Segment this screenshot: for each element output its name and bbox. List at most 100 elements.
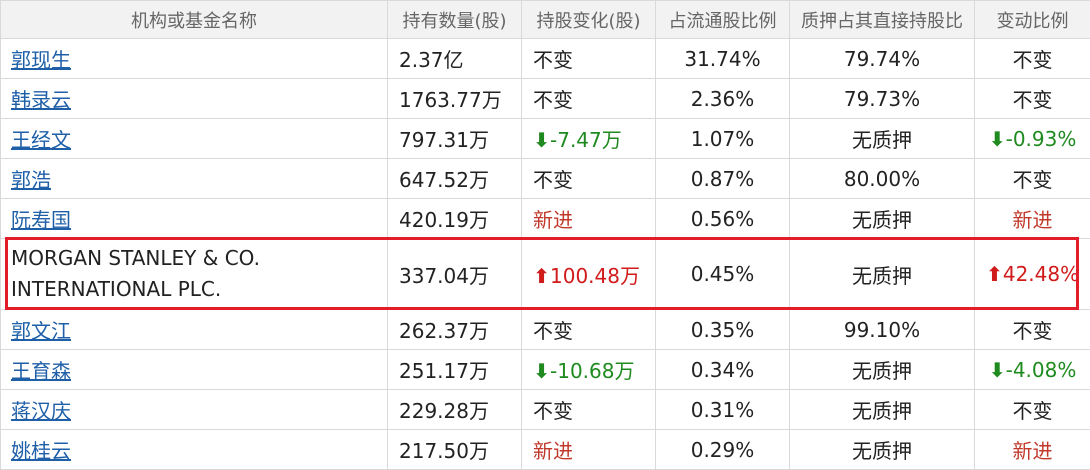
cell-change-ratio: ⬇-4.08%: [975, 350, 1090, 390]
cell-change-ratio: 不变: [975, 390, 1090, 430]
down-arrow-icon: ⬇: [989, 127, 1006, 151]
cell-change-ratio: 新进: [975, 430, 1090, 470]
shareholder-link[interactable]: 韩录云: [11, 88, 71, 112]
cell-pledge-ratio: 79.74%: [790, 39, 975, 79]
cell-name: MORGAN STANLEY & CO. INTERNATIONAL PLC.: [1, 239, 388, 310]
cell-quantity: 2.37亿: [388, 39, 522, 79]
header-quantity: 持有数量(股): [388, 1, 522, 39]
down-arrow-icon: ⬇: [533, 128, 550, 152]
shareholder-link[interactable]: 王育森: [11, 359, 71, 383]
cell-float-ratio: 0.31%: [656, 390, 790, 430]
cell-change-ratio-value: 不变: [1013, 88, 1053, 112]
cell-name[interactable]: 郭现生: [1, 39, 388, 79]
table-row: 姚桂云217.50万新进0.29%无质押新进: [1, 430, 1090, 470]
cell-float-ratio: 0.29%: [656, 430, 790, 470]
cell-change-value: 不变: [533, 48, 573, 72]
shareholder-name: MORGAN STANLEY & CO. INTERNATIONAL PLC.: [11, 243, 387, 305]
cell-change: ⬇-7.47万: [522, 119, 656, 159]
cell-change: ⬆100.48万: [522, 239, 656, 310]
cell-pledge-ratio: 无质押: [790, 430, 975, 470]
cell-change-value: 不变: [533, 319, 573, 343]
down-arrow-icon: ⬇: [989, 358, 1006, 382]
cell-name[interactable]: 姚桂云: [1, 430, 388, 470]
cell-quantity: 647.52万: [388, 159, 522, 199]
table-row: MORGAN STANLEY & CO. INTERNATIONAL PLC.3…: [1, 239, 1090, 310]
shareholder-link[interactable]: 阮寿国: [11, 208, 71, 232]
cell-change-ratio: 不变: [975, 310, 1090, 350]
cell-quantity: 797.31万: [388, 119, 522, 159]
cell-change: ⬇-10.68万: [522, 350, 656, 390]
cell-name[interactable]: 韩录云: [1, 79, 388, 119]
cell-change-value: -10.68万: [550, 359, 634, 383]
cell-change-ratio-value: -0.93%: [1006, 127, 1077, 151]
cell-change-ratio: ⬇-0.93%: [975, 119, 1090, 159]
header-change-ratio: 变动比例: [975, 1, 1090, 39]
cell-name[interactable]: 郭文江: [1, 310, 388, 350]
shareholder-link[interactable]: 姚桂云: [11, 439, 71, 463]
cell-change: 不变: [522, 310, 656, 350]
cell-name[interactable]: 郭浩: [1, 159, 388, 199]
cell-change: 不变: [522, 390, 656, 430]
cell-pledge-ratio: 无质押: [790, 390, 975, 430]
shareholder-table-container: 机构或基金名称 持有数量(股) 持股变化(股) 占流通股比例 质押占其直接持股比…: [0, 0, 1090, 469]
cell-pledge-ratio: 99.10%: [790, 310, 975, 350]
cell-quantity: 229.28万: [388, 390, 522, 430]
cell-change: 不变: [522, 79, 656, 119]
cell-change-value: 不变: [533, 88, 573, 112]
cell-change-ratio: 新进: [975, 199, 1090, 239]
shareholder-link[interactable]: 郭浩: [11, 168, 51, 192]
cell-float-ratio: 0.87%: [656, 159, 790, 199]
cell-float-ratio: 0.56%: [656, 199, 790, 239]
cell-change: 不变: [522, 39, 656, 79]
cell-change-value: 不变: [533, 168, 573, 192]
cell-change-ratio-value: -4.08%: [1006, 358, 1077, 382]
cell-name[interactable]: 王经文: [1, 119, 388, 159]
cell-float-ratio: 31.74%: [656, 39, 790, 79]
cell-change: 新进: [522, 430, 656, 470]
table-row: 王经文797.31万⬇-7.47万1.07%无质押⬇-0.93%: [1, 119, 1090, 159]
cell-name[interactable]: 阮寿国: [1, 199, 388, 239]
cell-change-value: 100.48万: [550, 264, 640, 288]
shareholder-link[interactable]: 王经文: [11, 128, 71, 152]
down-arrow-icon: ⬇: [533, 359, 550, 383]
header-change: 持股变化(股): [522, 1, 656, 39]
cell-change-ratio: 不变: [975, 39, 1090, 79]
table-header-row: 机构或基金名称 持有数量(股) 持股变化(股) 占流通股比例 质押占其直接持股比…: [1, 1, 1090, 39]
cell-change-value: -7.47万: [550, 128, 622, 152]
cell-pledge-ratio: 无质押: [790, 199, 975, 239]
cell-quantity: 217.50万: [388, 430, 522, 470]
cell-float-ratio: 0.35%: [656, 310, 790, 350]
shareholder-link[interactable]: 郭现生: [11, 48, 71, 72]
cell-quantity: 251.17万: [388, 350, 522, 390]
cell-change-value: 新进: [533, 208, 573, 232]
cell-change-ratio-value: 不变: [1013, 319, 1053, 343]
cell-name[interactable]: 王育森: [1, 350, 388, 390]
cell-change-ratio-value: 不变: [1013, 168, 1053, 192]
header-pledge-ratio: 质押占其直接持股比: [790, 1, 975, 39]
cell-change-value: 不变: [533, 399, 573, 423]
header-float-ratio: 占流通股比例: [656, 1, 790, 39]
cell-float-ratio: 0.45%: [656, 239, 790, 310]
up-arrow-icon: ⬆: [986, 262, 1003, 286]
table-row: 郭文江262.37万不变0.35%99.10%不变: [1, 310, 1090, 350]
cell-change-ratio-value: 不变: [1013, 48, 1053, 72]
table-row: 王育森251.17万⬇-10.68万0.34%无质押⬇-4.08%: [1, 350, 1090, 390]
up-arrow-icon: ⬆: [533, 264, 550, 288]
cell-change: 新进: [522, 199, 656, 239]
cell-quantity: 262.37万: [388, 310, 522, 350]
cell-float-ratio: 2.36%: [656, 79, 790, 119]
table-row: 郭现生2.37亿不变31.74%79.74%不变: [1, 39, 1090, 79]
shareholder-link[interactable]: 蒋汉庆: [11, 399, 71, 423]
cell-change-ratio: 不变: [975, 79, 1090, 119]
cell-change-ratio: ⬆42.48%: [975, 239, 1090, 310]
table-row: 阮寿国420.19万新进0.56%无质押新进: [1, 199, 1090, 239]
cell-change-ratio-value: 42.48%: [1003, 262, 1079, 286]
cell-change-ratio: 不变: [975, 159, 1090, 199]
cell-pledge-ratio: 80.00%: [790, 159, 975, 199]
header-name: 机构或基金名称: [1, 1, 388, 39]
cell-name[interactable]: 蒋汉庆: [1, 390, 388, 430]
table-row: 蒋汉庆229.28万不变0.31%无质押不变: [1, 390, 1090, 430]
cell-quantity: 337.04万: [388, 239, 522, 310]
cell-change-ratio-value: 新进: [1013, 439, 1053, 463]
shareholder-link[interactable]: 郭文江: [11, 319, 71, 343]
